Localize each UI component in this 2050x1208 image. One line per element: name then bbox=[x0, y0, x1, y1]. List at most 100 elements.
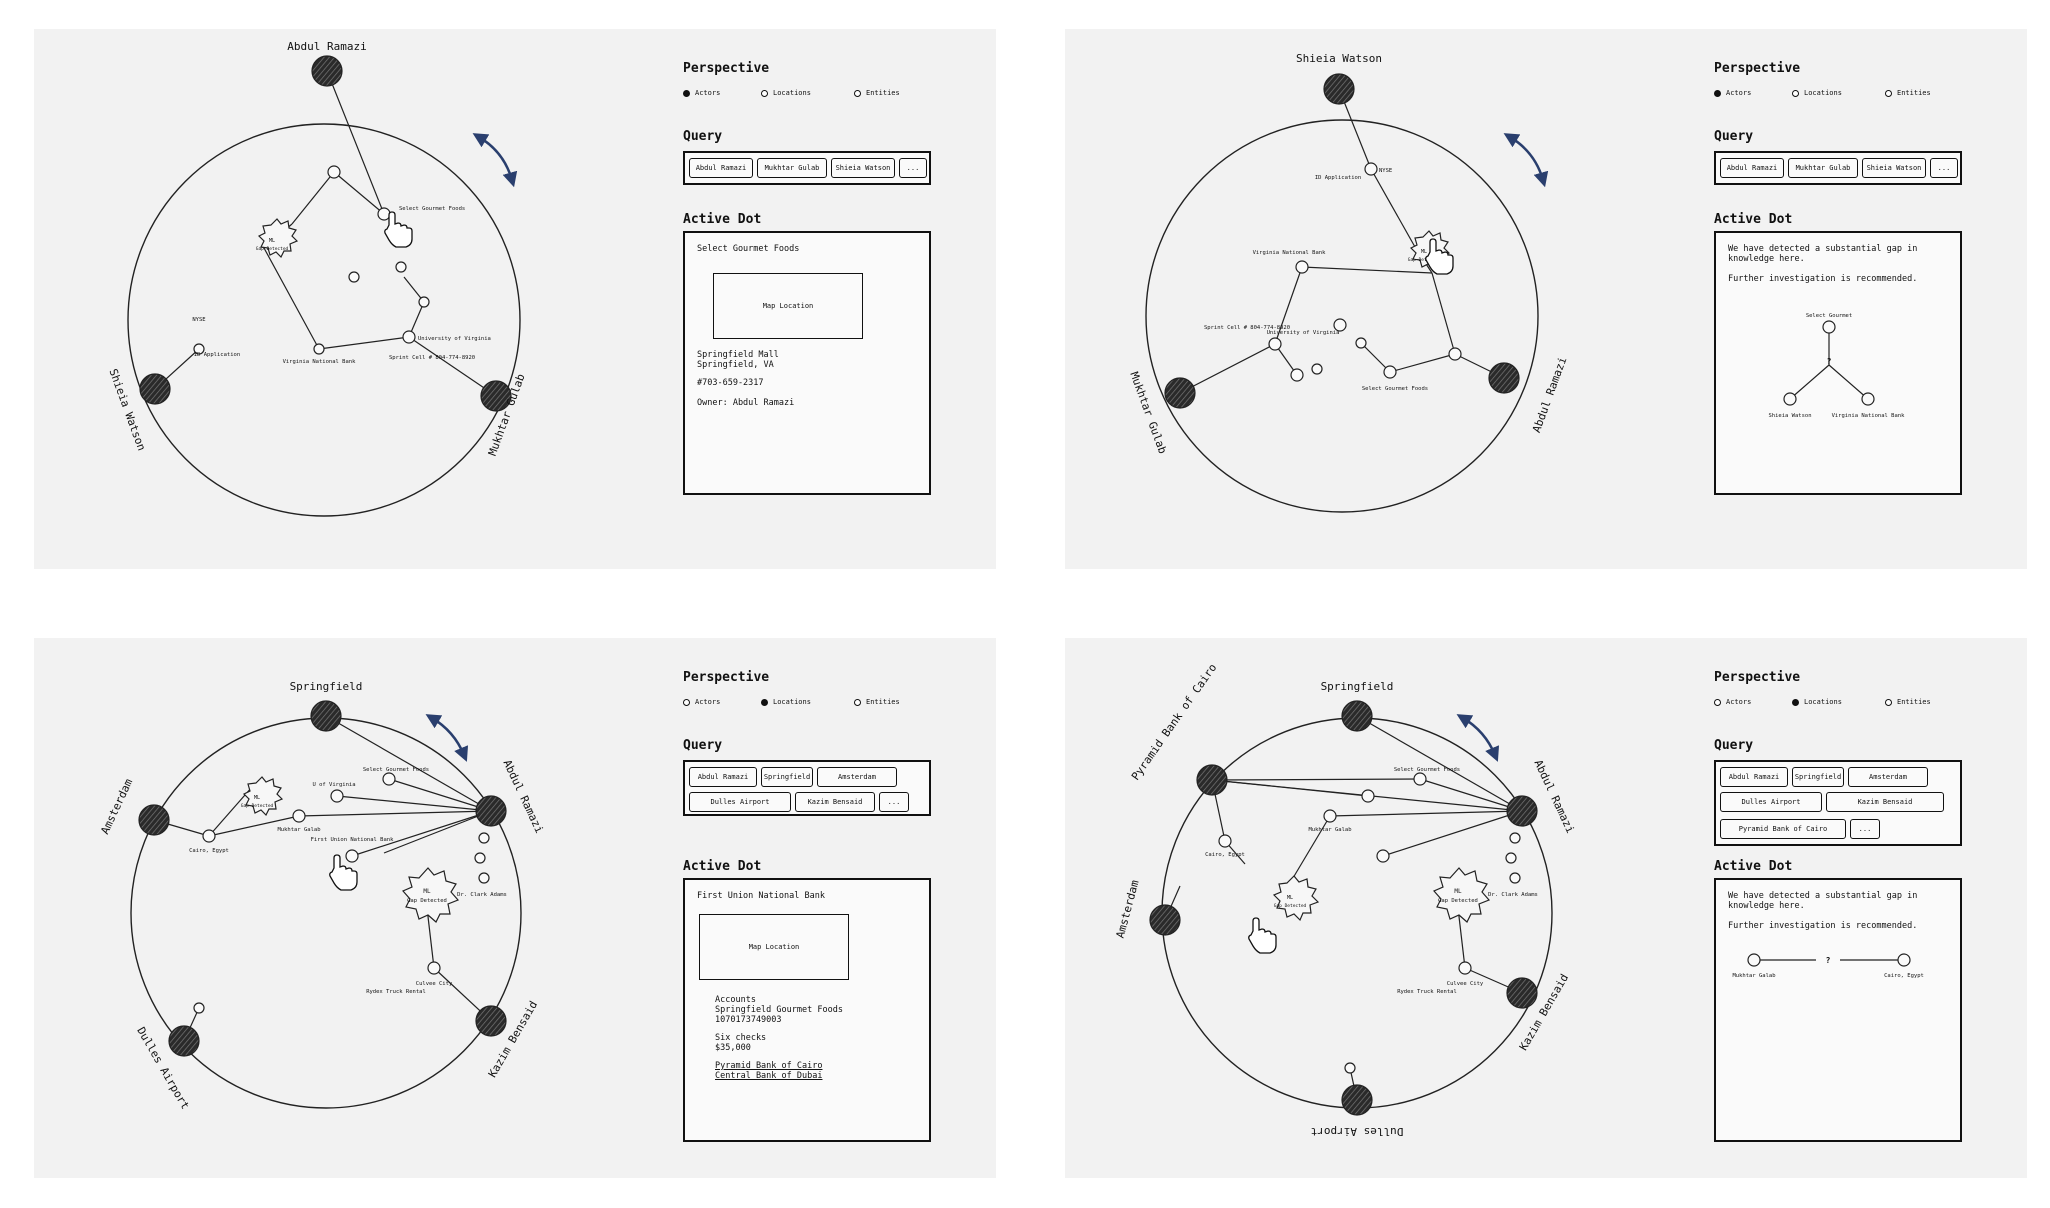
query-chip[interactable]: Pyramid Bank of Cairo bbox=[1720, 819, 1846, 839]
actor-node-shieia[interactable] bbox=[139, 373, 171, 405]
rotate-arrow-icon[interactable] bbox=[1503, 133, 1549, 188]
graph-node-first-union[interactable] bbox=[345, 849, 359, 863]
graph-node[interactable] bbox=[418, 296, 430, 308]
query-more-chip[interactable]: ... bbox=[899, 158, 927, 178]
radio-actors[interactable]: Actors bbox=[683, 698, 720, 706]
radio-actors[interactable]: Actors bbox=[1714, 698, 1751, 706]
graph-node[interactable] bbox=[1361, 789, 1375, 803]
gap-recommendation: Further investigation is recommended. bbox=[1728, 274, 1918, 284]
radio-locations[interactable]: Locations bbox=[761, 698, 811, 706]
query-chip[interactable]: Shieia Watson bbox=[1862, 158, 1926, 178]
graph-node[interactable] bbox=[1344, 1062, 1356, 1074]
ml-gap-detected-badge[interactable] bbox=[1272, 875, 1320, 922]
map-placeholder[interactable]: Map Location bbox=[713, 273, 863, 339]
svg-text:Select Gourmet Foods: Select Gourmet Foods bbox=[1394, 767, 1460, 773]
query-chip[interactable]: Springfield bbox=[761, 767, 813, 787]
query-chip[interactable]: Abdul Ramazi bbox=[1720, 158, 1784, 178]
radio-locations[interactable]: Locations bbox=[761, 89, 811, 97]
location-node-kazim[interactable] bbox=[1506, 977, 1538, 1009]
graph-node[interactable] bbox=[1290, 368, 1304, 382]
query-more-chip[interactable]: ... bbox=[1930, 158, 1958, 178]
svg-text:Abdul Ramazi: Abdul Ramazi bbox=[1530, 355, 1569, 434]
radio-entities[interactable]: Entities bbox=[854, 89, 900, 97]
query-chip[interactable]: Abdul Ramazi bbox=[689, 767, 757, 787]
location-node-springfield[interactable] bbox=[310, 700, 342, 732]
graph-node[interactable] bbox=[478, 832, 490, 844]
graph-node-vnb[interactable] bbox=[313, 343, 325, 355]
graph-node-culvee[interactable] bbox=[427, 961, 441, 975]
location-node-springfield[interactable] bbox=[1341, 700, 1373, 732]
graph-node-select-gourmet[interactable] bbox=[382, 772, 396, 786]
query-chip[interactable]: Amsterdam bbox=[817, 767, 897, 787]
location-node-amsterdam[interactable] bbox=[138, 804, 170, 836]
graph-node[interactable] bbox=[1509, 832, 1521, 844]
location-node-abdul[interactable] bbox=[1506, 795, 1538, 827]
radio-actors[interactable]: Actors bbox=[1714, 89, 1751, 97]
graph-node[interactable] bbox=[1448, 347, 1462, 361]
graph-node[interactable] bbox=[292, 809, 306, 823]
graph-node-culvee[interactable] bbox=[1458, 961, 1472, 975]
query-more-chip[interactable]: ... bbox=[879, 792, 909, 812]
actor-node-abdul[interactable] bbox=[1488, 362, 1520, 394]
location-node-kazim[interactable] bbox=[475, 1005, 507, 1037]
graph-node-virginia[interactable] bbox=[402, 330, 416, 344]
graph-node-u-virginia[interactable] bbox=[330, 789, 344, 803]
graph-node-sprint[interactable] bbox=[1268, 337, 1282, 351]
graph-node[interactable] bbox=[1376, 849, 1390, 863]
graph-node[interactable] bbox=[395, 261, 407, 273]
radio-locations[interactable]: Locations bbox=[1792, 89, 1842, 97]
rotate-arrow-icon[interactable] bbox=[1456, 714, 1500, 762]
radio-entities[interactable]: Entities bbox=[854, 698, 900, 706]
graph-node[interactable] bbox=[1505, 852, 1517, 864]
location-node-dulles[interactable] bbox=[168, 1025, 200, 1057]
query-more-chip[interactable]: ... bbox=[1850, 819, 1880, 839]
query-chip[interactable]: Mukhtar Gulab bbox=[757, 158, 827, 178]
graph-node[interactable] bbox=[193, 1002, 205, 1014]
query-chip[interactable]: Abdul Ramazi bbox=[689, 158, 753, 178]
query-chip[interactable]: Shieia Watson bbox=[831, 158, 895, 178]
graph-node[interactable] bbox=[327, 165, 341, 179]
graph-node-select-gourmet[interactable] bbox=[377, 207, 391, 221]
ml-gap-detected-badge[interactable] bbox=[242, 776, 284, 817]
query-chip[interactable]: Springfield bbox=[1792, 767, 1844, 787]
location-node-dulles[interactable] bbox=[1341, 1084, 1373, 1116]
map-placeholder[interactable]: Map Location bbox=[699, 914, 849, 980]
radio-locations[interactable]: Locations bbox=[1792, 698, 1842, 706]
query-chip[interactable]: Mukhtar Gulab bbox=[1788, 158, 1858, 178]
location-node-pyramid[interactable] bbox=[1196, 764, 1228, 796]
graph-node-dr-clark[interactable] bbox=[1509, 872, 1521, 884]
radio-entities[interactable]: Entities bbox=[1885, 89, 1931, 97]
query-chip[interactable]: Kazim Bensaid bbox=[795, 792, 875, 812]
query-chip[interactable]: Kazim Bensaid bbox=[1826, 792, 1944, 812]
graph-node-nyse[interactable] bbox=[1364, 162, 1378, 176]
graph-node-mukhtar[interactable] bbox=[1323, 809, 1337, 823]
query-chip[interactable]: Abdul Ramazi bbox=[1720, 767, 1788, 787]
query-chip[interactable]: Dulles Airport bbox=[1720, 792, 1822, 812]
graph-node[interactable] bbox=[1311, 363, 1323, 375]
graph-node-select-gourmet[interactable] bbox=[1413, 772, 1427, 786]
graph-node-select-gourmet[interactable] bbox=[1383, 365, 1397, 379]
link-central-bank[interactable]: Central Bank of Dubai bbox=[715, 1071, 822, 1082]
radio-entities[interactable]: Entities bbox=[1885, 698, 1931, 706]
graph-node[interactable] bbox=[474, 852, 486, 864]
ml-gap-detected-badge[interactable] bbox=[1433, 867, 1491, 923]
graph-node[interactable] bbox=[1355, 337, 1367, 349]
actor-node-mukhtar[interactable] bbox=[1164, 377, 1196, 409]
graph-node-dr-clark[interactable] bbox=[478, 872, 490, 884]
rotate-arrow-icon[interactable] bbox=[472, 133, 518, 188]
radio-actors[interactable]: Actors bbox=[683, 89, 720, 97]
graph-node[interactable] bbox=[348, 271, 360, 283]
ml-gap-detected-badge[interactable] bbox=[402, 867, 460, 923]
location-node-amsterdam[interactable] bbox=[1149, 904, 1181, 936]
location-node-abdul[interactable] bbox=[475, 795, 507, 827]
graph-node-cairo[interactable] bbox=[1218, 834, 1232, 848]
query-chip[interactable]: Dulles Airport bbox=[689, 792, 791, 812]
radio-dot-icon bbox=[683, 698, 690, 706]
rotate-arrow-icon[interactable] bbox=[425, 714, 469, 762]
actor-node-shieia[interactable] bbox=[1323, 73, 1355, 105]
graph-node-cairo[interactable] bbox=[202, 829, 216, 843]
graph-node-vnb[interactable] bbox=[1295, 260, 1309, 274]
query-chip[interactable]: Amsterdam bbox=[1848, 767, 1928, 787]
actor-node-abdul[interactable] bbox=[311, 55, 343, 87]
query-box: Abdul Ramazi Mukhtar Gulab Shieia Watson… bbox=[1714, 151, 1962, 185]
